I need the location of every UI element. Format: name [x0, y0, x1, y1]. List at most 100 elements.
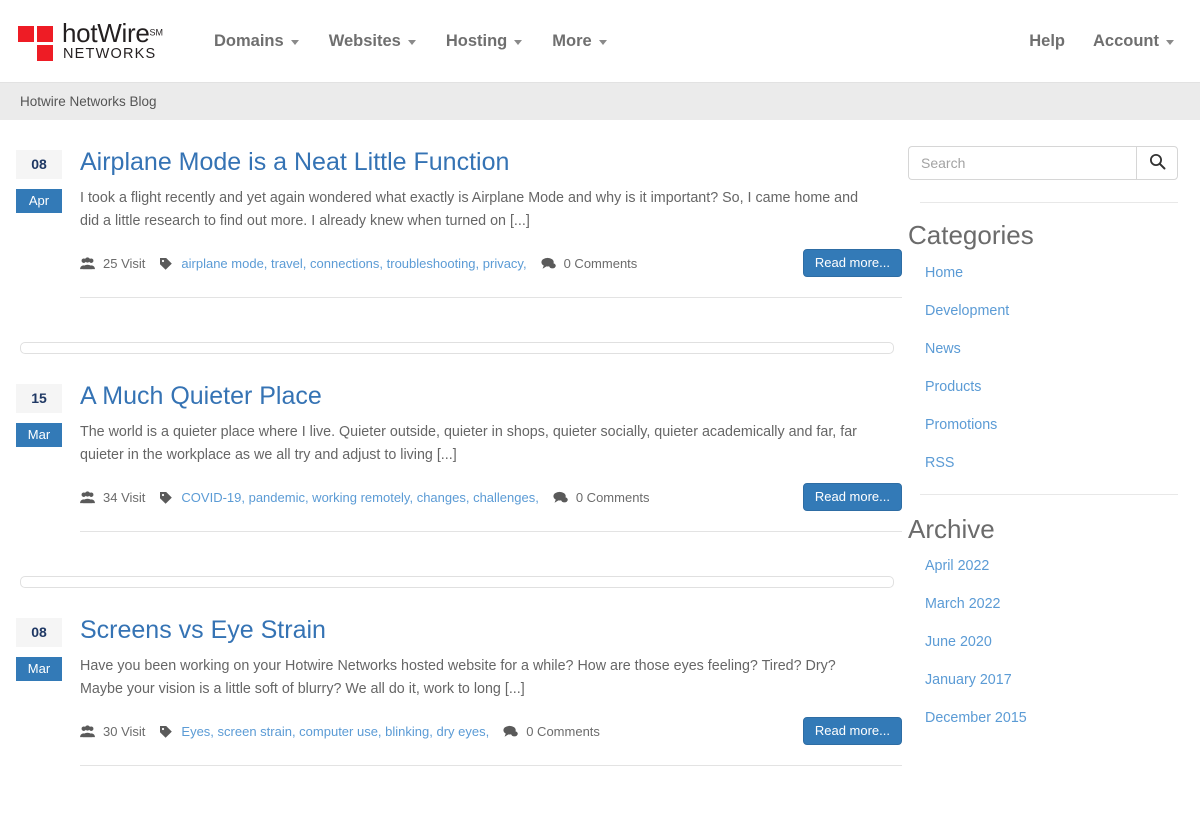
list-item: RSS	[925, 454, 1178, 472]
chevron-down-icon	[290, 39, 299, 45]
search-widget	[908, 146, 1178, 180]
post-date-day: 15	[16, 384, 62, 414]
post-date-day: 08	[16, 150, 62, 179]
sidebar-divider	[920, 202, 1178, 203]
post-comment-count: 0 Comments	[563, 255, 638, 271]
post-tags[interactable]: COVID-19, pandemic, working remotely, ch…	[181, 490, 538, 505]
sidebar-divider	[920, 493, 1178, 495]
list-item: January 2017	[925, 671, 1178, 689]
archive-list: April 2022 March 2022 June 2020 January …	[908, 557, 1178, 727]
post-body: Screens vs Eye Strain Have you been work…	[80, 616, 908, 767]
post-meta: 34 Visit COVID-19, pandemic, working rem…	[80, 483, 902, 512]
post-title-link[interactable]: Airplane Mode is a Neat Little Function	[80, 148, 902, 177]
tag-icon	[159, 491, 173, 504]
blog-page: hotWireSM NETWORKS Domains Websites Host…	[0, 0, 1200, 816]
users-icon	[80, 256, 95, 270]
nav-item-account[interactable]: Account	[1093, 32, 1174, 51]
sidebar: Categories Home Development News Product…	[908, 120, 1200, 766]
post-divider	[80, 765, 902, 767]
sidebar-item-june-2020[interactable]: June 2020	[925, 634, 992, 650]
post-divider	[80, 297, 902, 299]
nav-item-more[interactable]: More	[552, 32, 607, 51]
post-comment-count: 0 Comments	[575, 489, 650, 505]
post-tags[interactable]: Eyes, screen strain, computer use, blink…	[181, 724, 489, 739]
breadcrumb: Hotwire Networks Blog	[0, 82, 1200, 120]
post-comment-count: 0 Comments	[526, 723, 600, 739]
page-content: 08 Apr Airplane Mode is a Neat Little Fu…	[0, 120, 1200, 767]
list-item: News	[925, 340, 1178, 358]
sidebar-item-april-2022[interactable]: April 2022	[925, 558, 989, 574]
post-body: Airplane Mode is a Neat Little Function …	[80, 148, 908, 299]
comments-icon	[503, 725, 518, 738]
read-more-button[interactable]: Read more...	[802, 717, 902, 746]
post-date-month: Apr	[16, 189, 62, 213]
list-item: March 2022	[925, 595, 1178, 613]
search-button[interactable]	[1136, 146, 1178, 180]
post-visit-count: 25 Visit	[103, 255, 146, 271]
post-excerpt: Have you been working on your Hotwire Ne…	[80, 657, 836, 698]
chevron-down-icon	[407, 39, 416, 45]
post-title-link[interactable]: Screens vs Eye Strain	[80, 616, 902, 645]
post-separator-panel	[20, 576, 894, 589]
archive-heading: Archive	[908, 513, 995, 544]
categories-widget: Categories Home Development News Product…	[908, 221, 1178, 472]
post-item: 15 Mar A Much Quieter Place The world is…	[16, 354, 908, 533]
logo-text: hotWireSM NETWORKS	[62, 20, 163, 62]
categories-list: Home Development News Products Promotion…	[908, 264, 1178, 472]
comments-icon	[541, 257, 556, 270]
sidebar-item-promotions[interactable]: Promotions	[925, 417, 997, 433]
users-icon	[80, 725, 95, 738]
post-separator-panel	[20, 342, 894, 355]
sidebar-item-rss[interactable]: RSS	[925, 455, 954, 471]
nav-item-hosting[interactable]: Hosting	[445, 31, 523, 51]
list-item: Home	[925, 264, 1178, 282]
list-item: Promotions	[925, 416, 1178, 434]
nav-label-domains: Domains	[214, 31, 284, 50]
nav-item-websites[interactable]: Websites	[329, 32, 416, 51]
post-excerpt: I took a flight recently and yet again w…	[80, 189, 859, 229]
list-item: June 2020	[925, 633, 1178, 651]
post-date-day: 08	[16, 618, 62, 648]
sidebar-item-development[interactable]: Development	[925, 303, 1009, 319]
read-more-button[interactable]: Read more...	[802, 249, 902, 278]
sidebar-item-products[interactable]: Products	[925, 379, 981, 395]
sidebar-item-news[interactable]: News	[925, 341, 961, 357]
chevron-down-icon	[514, 39, 523, 45]
post-date-month: Mar	[16, 657, 62, 682]
post-excerpt: The world is a quieter place where I liv…	[80, 423, 857, 463]
post-meta: 25 Visit airplane mode, travel, connecti…	[80, 249, 902, 278]
post-title-link[interactable]: A Much Quieter Place	[80, 382, 902, 411]
post-date-month: Mar	[16, 423, 62, 448]
sidebar-item-january-2017[interactable]: January 2017	[925, 672, 1012, 688]
nav-item-domains[interactable]: Domains	[214, 32, 299, 51]
logo-wordmark: hotWireSM	[62, 20, 163, 46]
site-logo[interactable]: hotWireSM NETWORKS	[18, 20, 178, 62]
post-date-badge: 08 Mar	[16, 616, 62, 766]
read-more-button[interactable]: Read more...	[802, 483, 902, 512]
post-visit-count: 30 Visit	[103, 723, 146, 739]
nav-label-account: Account	[1093, 31, 1159, 50]
search-icon	[1149, 153, 1166, 173]
archive-widget: Archive April 2022 March 2022 June 2020 …	[908, 513, 1178, 728]
comments-icon	[553, 491, 568, 504]
post-tags[interactable]: airplane mode, travel, connections, trou…	[181, 256, 526, 271]
post-divider	[80, 531, 902, 533]
post-item: 08 Apr Airplane Mode is a Neat Little Fu…	[16, 120, 908, 299]
sidebar-item-march-2022[interactable]: March 2022	[925, 596, 1001, 612]
post-date-badge: 08 Apr	[16, 148, 62, 298]
post-date-badge: 15 Mar	[16, 382, 62, 532]
nav-label-help: Help	[1029, 31, 1065, 50]
chevron-down-icon	[598, 39, 607, 45]
categories-heading: Categories	[908, 220, 1034, 250]
nav-item-help[interactable]: Help	[1029, 32, 1065, 51]
logo-squares-icon	[18, 20, 56, 62]
tag-icon	[159, 257, 173, 270]
nav-label-hosting: Hosting	[445, 31, 508, 50]
sidebar-item-home[interactable]: Home	[925, 265, 963, 281]
sidebar-item-december-2015[interactable]: December 2015	[925, 710, 1027, 726]
search-input[interactable]	[908, 146, 1136, 180]
list-item: Development	[925, 302, 1178, 320]
list-item: December 2015	[925, 709, 1178, 727]
logo-sub-text: NETWORKS	[63, 46, 157, 63]
post-meta: 30 Visit Eyes, screen strain, computer u…	[80, 717, 902, 746]
